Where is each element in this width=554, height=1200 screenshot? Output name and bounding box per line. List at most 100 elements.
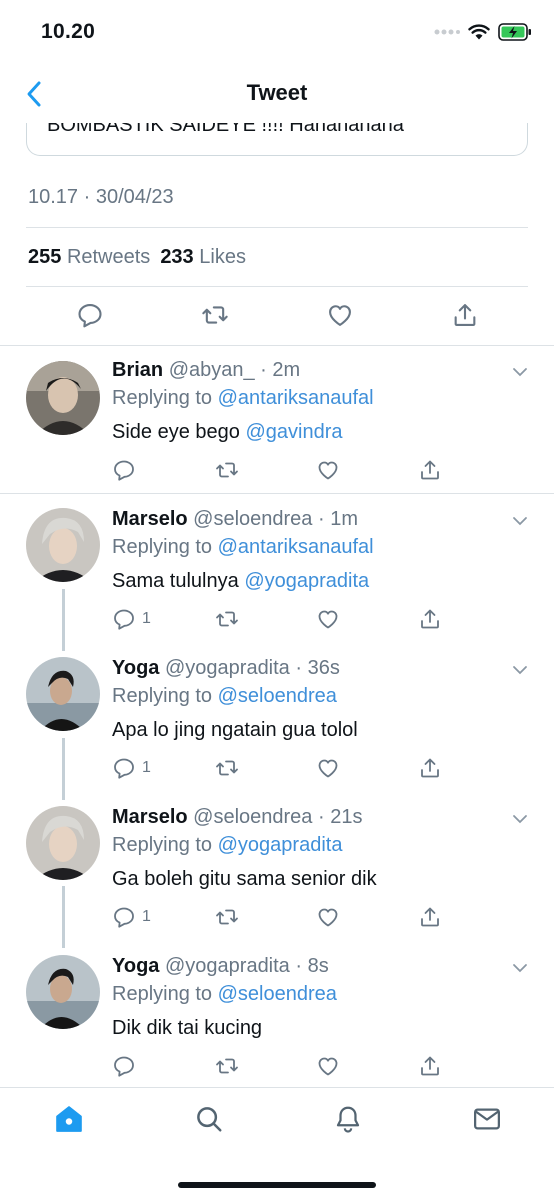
share-button[interactable] [418,457,442,483]
retweet-button[interactable] [214,904,240,930]
retweets-count: 255 [28,246,62,268]
heart-icon [329,305,351,326]
chevron-down-icon [513,815,527,824]
reply-button[interactable] [75,300,105,330]
like-button[interactable] [325,300,355,330]
share-icon [421,907,439,927]
share-button[interactable] [418,1053,442,1079]
reply-button[interactable] [112,457,142,483]
retweet-button[interactable] [214,457,240,483]
replying-to-link[interactable]: @seloendrea [218,983,337,1005]
author-name[interactable]: Marselo [112,806,188,828]
tab-messages[interactable] [472,1104,502,1134]
replying-label: Replying to [112,536,213,558]
mention-link[interactable]: @gavindra [245,421,342,443]
messages-icon [474,1108,500,1130]
reply-actions [0,1053,554,1083]
like-button[interactable] [316,755,340,781]
more-options-button[interactable] [512,961,528,973]
author-handle-time: @yogapradita · 8s [164,955,329,977]
like-button[interactable] [316,457,340,483]
avatar[interactable] [26,361,100,435]
share-button[interactable] [418,755,442,781]
retweets-stat[interactable]: 255 Retweets [28,246,150,269]
avatar[interactable] [26,955,100,1029]
reply-tweet[interactable]: Marselo @seloendrea · 1m Replying to @an… [0,494,554,642]
status-time: 10.20 [41,20,96,43]
retweet-button[interactable] [214,606,240,632]
reply-body: Dik dik tai kucing [112,1017,263,1039]
heart-icon [318,908,338,927]
reply-button[interactable]: 1 [112,606,151,632]
reply-body: Ga boleh gitu sama senior dik [112,868,377,890]
tab-search[interactable] [194,1104,224,1134]
reply-actions: 1 [0,755,554,785]
like-button[interactable] [316,1053,340,1079]
more-options-button[interactable] [512,514,528,526]
reply-count: 1 [142,610,151,627]
author-name[interactable]: Yoga [112,955,159,977]
reply-tweet[interactable]: Brian @abyan_ · 2m Replying to @antariks… [0,345,554,493]
share-button[interactable] [450,300,480,330]
more-options-button[interactable] [512,365,528,377]
replying-to: Replying to @antariksanaufal [112,387,374,410]
reply-tweet[interactable]: Marselo @seloendrea · 21s Replying to @y… [0,792,554,940]
retweet-button[interactable] [214,1053,240,1079]
more-options-button[interactable] [512,663,528,675]
heart-icon [318,1057,338,1076]
replying-to-link[interactable]: @antariksanaufal [218,536,374,558]
author-handle-time: @seloendrea · 1m [193,508,358,530]
reply-header: Marselo @seloendrea · 21s [112,806,362,829]
more-options-button[interactable] [512,812,528,824]
reply-header: Marselo @seloendrea · 1m [112,508,358,531]
share-icon [421,758,439,778]
reply-icon [114,907,134,928]
retweets-label: Retweets [66,246,151,268]
reply-tweet[interactable]: Yoga @yogapradita · 8s Replying to @selo… [0,941,554,1087]
reply-button[interactable] [112,1053,142,1079]
like-button[interactable] [316,606,340,632]
author-name[interactable]: Brian [112,359,163,381]
retweet-icon [216,611,238,627]
author-name[interactable]: Marselo [112,508,188,530]
replying-to-link[interactable]: @yogapradita [218,834,343,856]
reply-button[interactable]: 1 [112,755,151,781]
replying-to-link[interactable]: @seloendrea [218,685,337,707]
replying-label: Replying to [112,685,213,707]
replying-to: Replying to @seloendrea [112,983,337,1006]
search-icon [197,1107,222,1132]
reply-body: Sama tululnya [112,570,239,592]
reply-tweet[interactable]: Yoga @yogapradita · 36s Replying to @sel… [0,643,554,791]
reply-text: Side eye bego @gavindra [112,421,342,444]
tab-notifications[interactable] [333,1104,363,1134]
avatar[interactable] [26,657,100,731]
mention-link[interactable]: @yogapradita [244,570,369,592]
avatar[interactable] [26,508,100,582]
status-bar: 10.20 [0,0,554,66]
reply-actions: 1 [0,904,554,934]
share-icon [454,304,476,326]
share-button[interactable] [418,904,442,930]
retweet-icon [216,760,238,776]
tab-home[interactable] [54,1104,84,1134]
home-icon [56,1106,82,1132]
retweet-button[interactable] [214,755,240,781]
author-name[interactable]: Yoga [112,657,159,679]
page-title: Tweet [246,80,308,105]
tweet-timestamp: 10.17 · 30/04/23 [28,186,174,208]
replying-to-link[interactable]: @antariksanaufal [218,387,374,409]
share-button[interactable] [418,606,442,632]
retweet-button[interactable] [200,300,230,330]
reply-button[interactable]: 1 [112,904,151,930]
avatar[interactable] [26,806,100,880]
reply-body: Side eye bego [112,421,240,443]
retweet-icon [216,462,238,478]
reply-text: Dik dik tai kucing [112,1017,262,1040]
divider [26,286,528,287]
likes-stat[interactable]: 233 Likes [160,246,246,269]
heart-icon [318,610,338,629]
like-button[interactable] [316,904,340,930]
replying-label: Replying to [112,983,213,1005]
reply-icon [78,304,102,328]
home-indicator[interactable] [178,1182,376,1188]
